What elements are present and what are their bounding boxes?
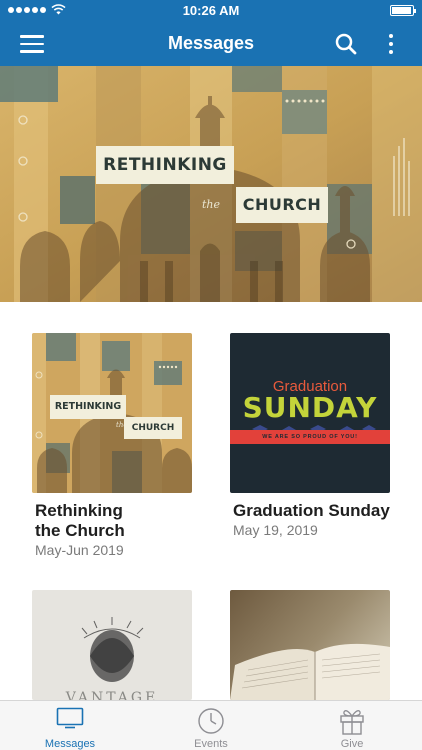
series-thumbnail	[230, 590, 390, 700]
status-time: 10:26 AM	[182, 3, 240, 18]
thumbnail-title: VANTAGE	[65, 690, 159, 700]
series-thumbnail: Graduation SUNDAY WE ARE SO PROUD OF YOU…	[230, 333, 390, 493]
hero-title-the: the	[202, 198, 221, 211]
tab-label: Messages	[44, 738, 96, 750]
open-bible-artwork	[230, 590, 390, 700]
tab-bar: Messages Events Give	[0, 700, 422, 750]
hero-title-line1: RETHINKING	[96, 146, 234, 184]
thumbnail-title-line1: RETHINKING	[50, 395, 126, 419]
thumbnail-banner-text: WE ARE SO PROUD OF YOU!	[262, 434, 358, 440]
thumbnail-title-line2: CHURCH	[124, 417, 182, 439]
series-title: Rethinking the Church	[35, 501, 195, 541]
tv-icon	[56, 707, 84, 729]
page-title: Messages	[167, 33, 255, 53]
search-icon[interactable]	[334, 32, 358, 56]
series-thumbnail: RETHINKING the CHURCH	[32, 333, 192, 493]
series-card[interactable]: VANTAGE	[32, 590, 192, 700]
series-date: May-Jun 2019	[35, 542, 124, 558]
series-title-line1: Rethinking	[35, 501, 123, 520]
hero-title-line2: CHURCH	[236, 187, 328, 223]
series-title: Graduation Sunday	[233, 501, 390, 520]
status-bar: 10:26 AM	[0, 0, 422, 22]
tab-give[interactable]: Give	[282, 701, 422, 750]
clock-icon	[198, 708, 224, 734]
thumbnail-banner: WE ARE SO PROUD OF YOU!	[230, 430, 390, 444]
series-thumbnail: VANTAGE	[32, 590, 192, 700]
tab-label: Give	[340, 738, 364, 750]
tab-events[interactable]: Events	[141, 701, 281, 750]
thumbnail-title: SUNDAY	[242, 391, 378, 424]
battery-icon	[390, 5, 416, 16]
series-card[interactable]: RETHINKING the CHURCH Rethinking the Chu…	[32, 333, 192, 563]
series-card[interactable]	[230, 590, 390, 700]
series-title-line2: the Church	[35, 521, 125, 540]
series-date: May 19, 2019	[233, 522, 318, 538]
more-vertical-icon[interactable]	[384, 32, 398, 56]
navigation-bar: Messages	[0, 22, 422, 66]
series-card[interactable]: Graduation SUNDAY WE ARE SO PROUD OF YOU…	[230, 333, 390, 543]
church-dome-artwork	[0, 66, 422, 302]
crown-of-thorns-artwork	[81, 617, 144, 682]
tab-label: Events	[194, 738, 228, 750]
featured-series-banner[interactable]: RETHINKING the CHURCH	[0, 66, 422, 302]
tab-messages[interactable]: Messages	[0, 701, 140, 750]
gift-icon	[340, 710, 364, 735]
